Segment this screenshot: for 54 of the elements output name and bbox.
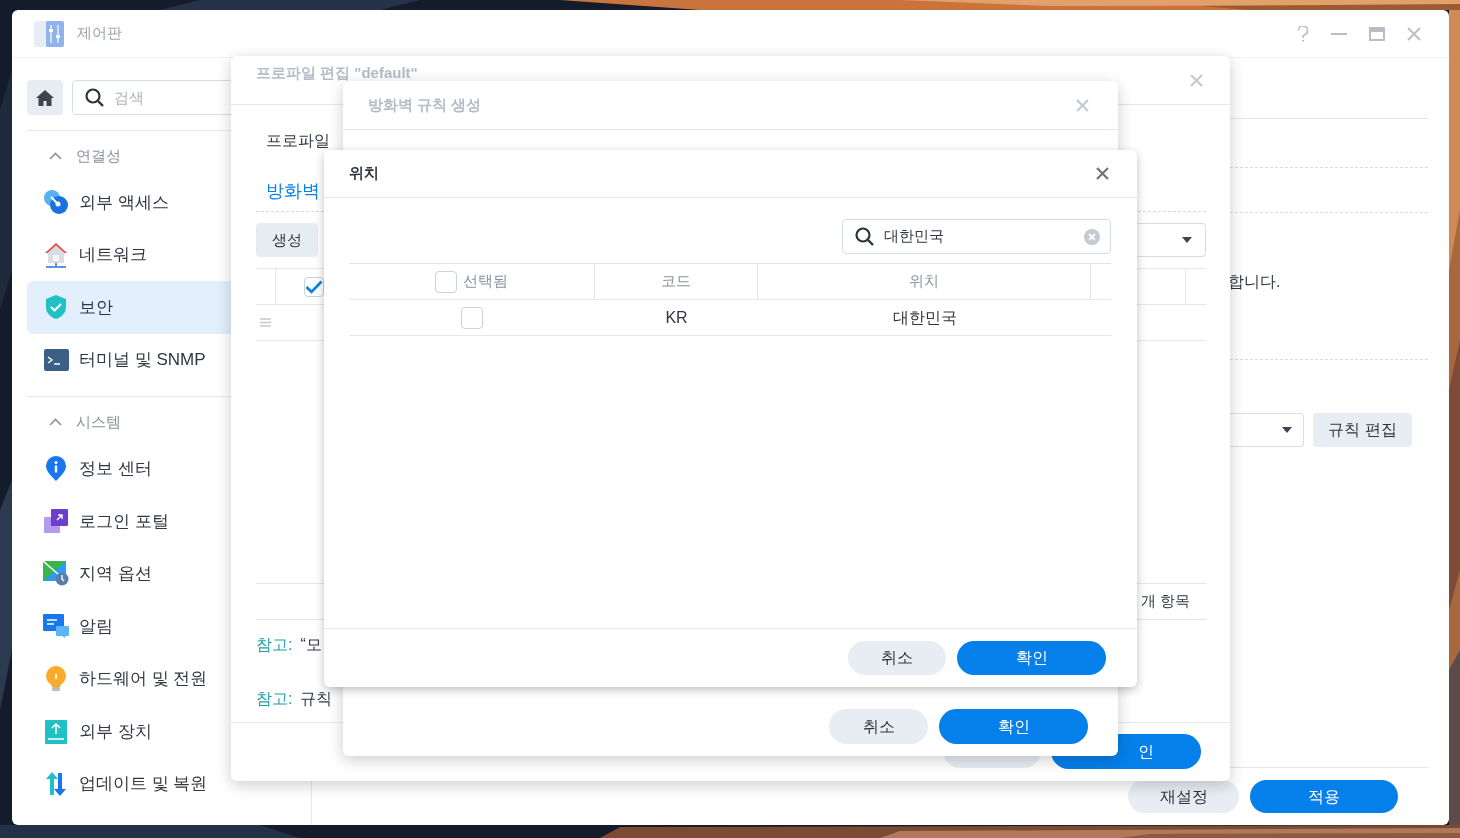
reset-button[interactable]: 재설정 (1128, 780, 1239, 813)
cancel-button[interactable]: 취소 (848, 641, 946, 675)
search-field[interactable]: 대한민국 (842, 219, 1111, 254)
dialog-title: 방화벽 규칙 생성 (368, 94, 482, 115)
search-icon (855, 227, 874, 246)
field-label: 프로파일 (266, 131, 330, 151)
clear-icon[interactable] (1083, 227, 1101, 246)
confirm-button[interactable]: 확인 (957, 641, 1106, 675)
edit-rules-button[interactable]: 규칙 편집 (1313, 413, 1412, 447)
app-icon (34, 18, 64, 49)
item-count: 개 항목 (1140, 591, 1190, 612)
sidebar-item[interactable]: 터미널 및 SNMP (27, 333, 296, 387)
apply-button[interactable]: 적용 (1250, 780, 1398, 813)
chevron-up-icon (49, 152, 62, 160)
link-icon (43, 189, 69, 216)
sidebar-item[interactable]: 정보 센터 (27, 442, 296, 495)
window-title: 제어판 (77, 23, 122, 44)
home-button[interactable] (27, 80, 63, 115)
note-text: 참고: “모 (256, 635, 323, 655)
upload-icon (45, 719, 67, 744)
sidebar-item[interactable]: 지역 옵션 (27, 547, 296, 601)
create-button[interactable]: 생성 (256, 223, 318, 257)
checkbox[interactable] (461, 306, 483, 329)
map-clock-icon (43, 561, 69, 587)
sidebar-item[interactable]: 업데이트 및 복원 (27, 757, 296, 811)
maximize-icon[interactable] (1369, 26, 1385, 41)
terminal-icon (43, 349, 69, 372)
dialog-title: 프로파일 편집 "default" (256, 65, 418, 81)
table-cell-text: 대한민국 (892, 307, 957, 328)
house-icon (44, 241, 68, 268)
table-cell-text: KR (665, 307, 688, 328)
dialog-title: 위치 (349, 163, 379, 184)
drag-handle-icon[interactable] (260, 318, 271, 327)
tab[interactable]: 방화벽 (266, 178, 320, 211)
caret-icon (1282, 427, 1292, 433)
shield-icon (44, 294, 68, 321)
checkbox[interactable] (435, 270, 457, 293)
minimize-icon[interactable] (1331, 32, 1347, 35)
confirm-button[interactable]: 확인 (939, 709, 1088, 744)
chevron-up-icon (49, 418, 62, 427)
info-pin-icon (45, 455, 67, 482)
home-icon (35, 88, 55, 107)
sidebar-item[interactable]: 로그인 포털 (27, 494, 296, 548)
cancel-button[interactable]: 취소 (829, 709, 928, 744)
caret-icon (1182, 237, 1192, 243)
note-text: 참고: 규칙 (256, 689, 334, 709)
close-icon[interactable] (1096, 167, 1109, 180)
help-icon[interactable] (1297, 25, 1309, 42)
refresh-icon (44, 771, 68, 798)
chat-icon (43, 614, 69, 639)
search-icon (85, 88, 104, 107)
arrow-square-icon (44, 509, 68, 534)
bulb-icon (45, 666, 67, 693)
notice-text: 합니다. (1228, 272, 1282, 292)
